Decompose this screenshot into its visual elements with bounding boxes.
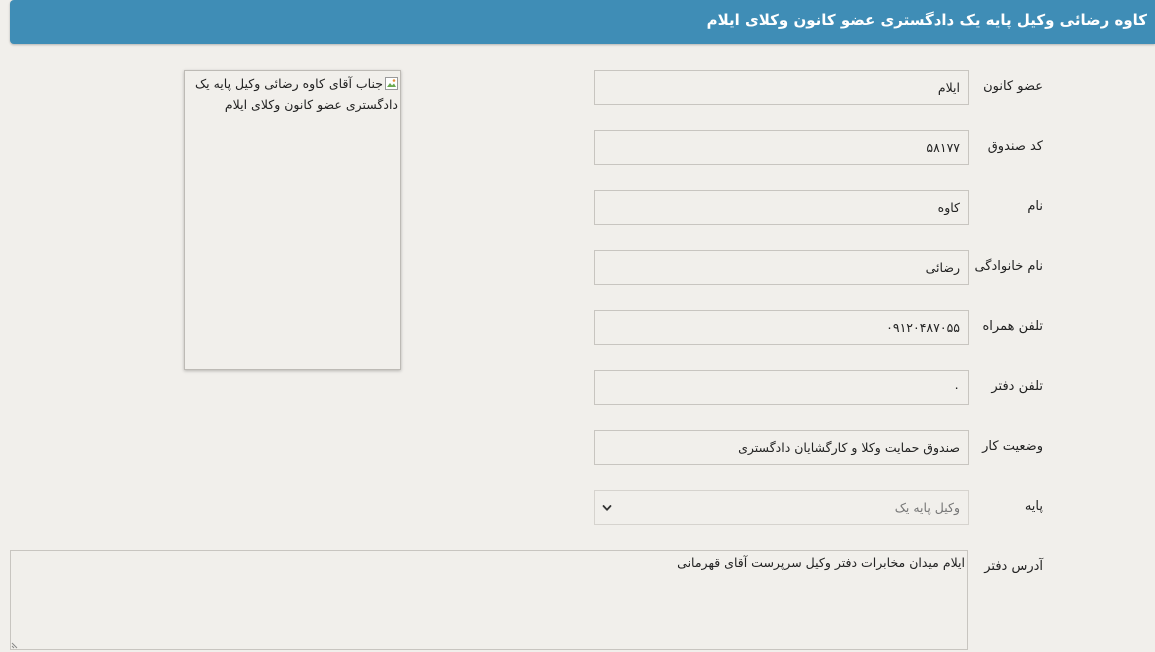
work-status-field[interactable] (594, 430, 969, 465)
page-title: کاوه رضائی وکیل پایه یک دادگستری عضو کان… (706, 11, 1147, 29)
office-address-field[interactable]: ایلام میدان مخابرات دفتر وکیل سرپرست آقا… (10, 550, 968, 650)
chevron-down-icon (602, 505, 612, 511)
office-address-label: آدرس دفتر (984, 559, 1043, 574)
grade-selected-value: وکیل پایه یک (894, 500, 960, 515)
mobile-field[interactable] (594, 310, 969, 345)
grade-select[interactable]: وکیل پایه یک (594, 490, 969, 525)
last-name-label: نام خانوادگی (974, 259, 1043, 274)
first-name-label: نام (1027, 199, 1043, 214)
grade-label: پایه (1024, 499, 1043, 514)
broken-image-icon (385, 77, 398, 90)
member-photo: جناب آقای کاوه رضائی وکیل پایه یک دادگست… (184, 70, 401, 370)
last-name-field[interactable] (594, 250, 969, 285)
office-phone-field[interactable] (594, 370, 969, 405)
member-of-label: عضو کانون (983, 79, 1043, 94)
photo-alt-text: جناب آقای کاوه رضائی وکیل پایه یک دادگست… (194, 76, 398, 112)
page-header: کاوه رضائی وکیل پایه یک دادگستری عضو کان… (10, 0, 1155, 44)
resize-handle-icon[interactable] (11, 640, 20, 649)
profile-page: کاوه رضائی وکیل پایه یک دادگستری عضو کان… (0, 0, 1155, 652)
mobile-label: تلفن همراه (982, 319, 1044, 334)
member-of-field[interactable] (594, 70, 969, 105)
work-status-label: وضعیت کار (982, 439, 1043, 454)
office-phone-label: تلفن دفتر (991, 379, 1043, 394)
fund-code-field[interactable] (594, 130, 969, 165)
first-name-field[interactable] (594, 190, 969, 225)
fund-code-label: کد صندوق (987, 139, 1043, 154)
